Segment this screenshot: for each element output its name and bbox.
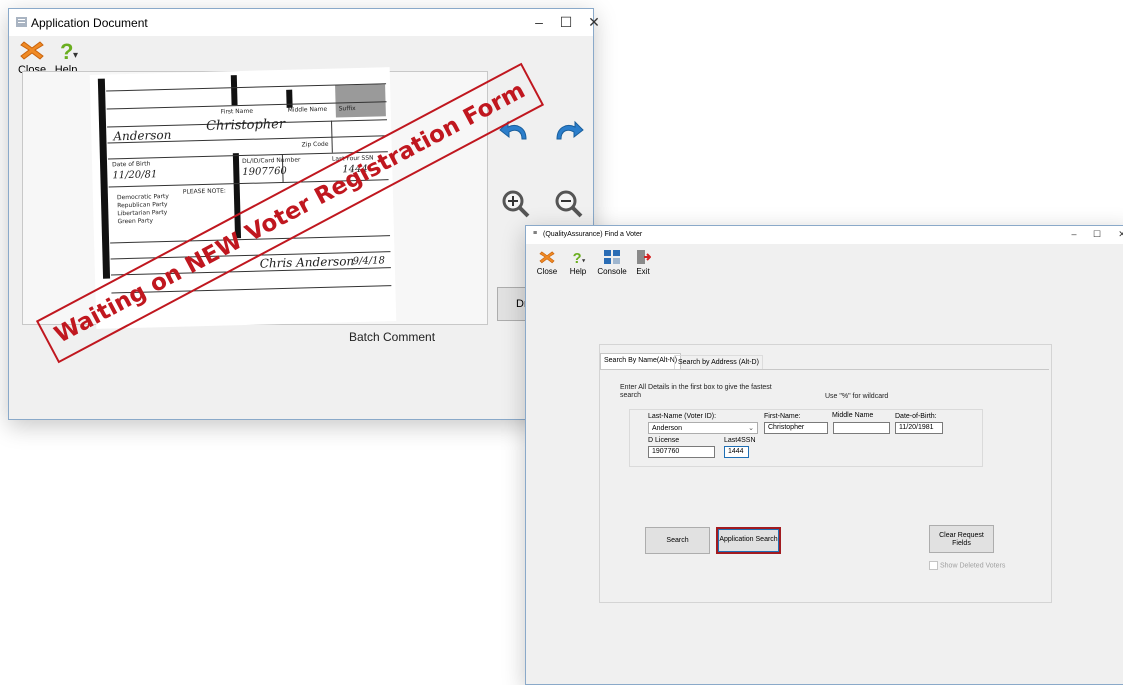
form-dob-value: 11/20/81 <box>112 169 158 182</box>
console-label: Console <box>597 267 627 276</box>
tab-label: Search by Address (Alt-D) <box>678 359 759 366</box>
search-button[interactable]: Search <box>645 527 710 554</box>
rotate-right-button[interactable] <box>549 115 587 147</box>
minimize-button[interactable]: – <box>525 12 553 32</box>
first-name-label: First-Name: <box>764 413 801 420</box>
form-id-label: DL/ID/Card Number <box>241 156 301 166</box>
close-toolbar-button[interactable]: Close <box>536 249 558 276</box>
maximize-button[interactable]: ☐ <box>552 12 580 32</box>
document-app-icon <box>16 17 27 27</box>
close-window-button[interactable]: ✕ <box>1108 227 1123 241</box>
svg-text:▾: ▾ <box>73 50 78 61</box>
zoom-out-button[interactable] <box>551 187 585 221</box>
checkbox-box[interactable] <box>929 561 938 570</box>
form-middle-name-label: Middle Name <box>287 105 328 114</box>
form-signature: Chris Anderson <box>259 254 355 271</box>
search-criteria-group: Last-Name (Voter ID): Anderson ⌄ First-N… <box>629 409 983 467</box>
first-name-value: Christopher <box>768 424 805 431</box>
last-name-value: Anderson <box>652 425 682 432</box>
title-bar: ≡ (QualityAssurance) Find a Voter – ☐ ✕ <box>526 226 1123 244</box>
close-x-icon <box>20 41 44 60</box>
dlicense-value: 1907760 <box>652 448 680 455</box>
clear-label-line2: Fields <box>952 540 971 547</box>
form-signature-date: 9/4/18 <box>352 255 386 268</box>
svg-text:?: ? <box>573 251 582 265</box>
window-title: Application Document <box>31 16 148 30</box>
form-party-option: Democratic Party <box>116 192 169 202</box>
dlicense-label: D License <box>648 437 680 444</box>
exit-door-icon <box>637 250 652 264</box>
toolbar: Close ? ▾ Help Console Exit <box>526 244 1123 288</box>
last-name-combobox[interactable]: Anderson ⌄ <box>648 422 758 434</box>
dob-label: Date-of-Birth: <box>895 413 937 420</box>
instruction-text: Enter All Details in the first box to gi… <box>620 384 772 399</box>
svg-text:?: ? <box>60 39 73 62</box>
clear-request-fields-button[interactable]: Clear Request Fields <box>929 525 994 553</box>
last4ssn-label: Last4SSN <box>724 437 756 444</box>
form-party-option: Republican Party <box>117 200 168 210</box>
middle-name-input[interactable] <box>833 422 890 434</box>
application-search-label: Application Search <box>719 536 778 543</box>
application-document-window: Application Document – ☐ ✕ Close ? ▾ Hel… <box>8 8 600 420</box>
search-button-label: Search <box>666 537 689 544</box>
last-name-label: Last-Name (Voter ID): <box>648 413 717 420</box>
help-question-icon: ? ▾ <box>573 251 586 267</box>
svg-text:▾: ▾ <box>582 257 586 264</box>
application-search-button[interactable]: Application Search <box>716 527 781 554</box>
tab-search-by-address[interactable]: Search by Address (Alt-D) <box>674 355 763 369</box>
window-title: (QualityAssurance) Find a Voter <box>543 231 643 238</box>
chevron-down-icon: ⌄ <box>748 425 754 432</box>
maximize-button[interactable]: ☐ <box>1083 227 1111 241</box>
close-label: Close <box>536 267 558 276</box>
help-question-icon: ? ▾ <box>60 39 78 64</box>
dlicense-input[interactable]: 1907760 <box>648 446 715 458</box>
form-suffix-label: Suffix <box>338 105 356 113</box>
form-first-name-handwritten: Christopher <box>205 116 286 134</box>
form-zip-label: Zip Code <box>301 140 329 149</box>
form-party-option: Libertarian Party <box>117 208 168 218</box>
dob-value: 11/20/1981 <box>899 424 934 431</box>
clear-label-line1: Clear Request <box>939 532 984 539</box>
console-toolbar-button[interactable]: Console <box>596 249 628 276</box>
show-deleted-label: Show Deleted Voters <box>940 562 1006 570</box>
find-voter-window: ≡ (QualityAssurance) Find a Voter – ☐ ✕ … <box>525 225 1123 685</box>
form-party-option: Green Party <box>117 217 154 226</box>
help-toolbar-button[interactable]: ? ▾ Help <box>566 249 590 276</box>
tab-label: Search By Name(Alt-N) <box>604 357 678 364</box>
form-first-name-label: First Name <box>220 107 254 116</box>
exit-label: Exit <box>636 267 650 276</box>
last4ssn-input[interactable]: 1444 <box>724 446 749 458</box>
menu-icon: ≡ <box>533 230 538 237</box>
rotate-right-icon <box>556 120 584 140</box>
exit-toolbar-button[interactable]: Exit <box>633 249 653 276</box>
form-row-marker <box>230 75 238 106</box>
form-dob-label: Date of Birth <box>111 160 151 169</box>
close-window-button[interactable]: ✕ <box>580 12 608 32</box>
form-id-value: 1907760 <box>242 165 288 179</box>
zoom-out-icon <box>555 190 583 218</box>
show-deleted-voters-checkbox[interactable]: Show Deleted Voters <box>929 561 1005 570</box>
help-label: Help <box>569 267 587 276</box>
dob-input[interactable]: 11/20/1981 <box>895 422 943 434</box>
form-party-label: PLEASE NOTE: <box>182 187 226 196</box>
wildcard-hint: Use "%" for wildcard <box>825 393 889 400</box>
search-panel: Search By Name(Alt-N) Search by Address … <box>599 344 1052 603</box>
first-name-input[interactable]: Christopher <box>764 422 828 434</box>
title-bar: Application Document – ☐ ✕ <box>9 9 600 36</box>
zoom-in-button[interactable] <box>498 187 532 221</box>
tab-search-by-name[interactable]: Search By Name(Alt-N) <box>600 353 682 369</box>
zoom-in-icon <box>502 190 530 218</box>
last4ssn-value: 1444 <box>728 448 744 455</box>
console-icon <box>604 250 620 264</box>
form-row-marker <box>286 89 293 108</box>
middle-name-label: Middle Name <box>832 412 874 419</box>
form-row-marker <box>232 153 240 184</box>
form-last-name: Anderson <box>113 127 172 144</box>
batch-comment-label: Batch Comment <box>349 330 436 344</box>
close-x-icon <box>539 251 555 264</box>
